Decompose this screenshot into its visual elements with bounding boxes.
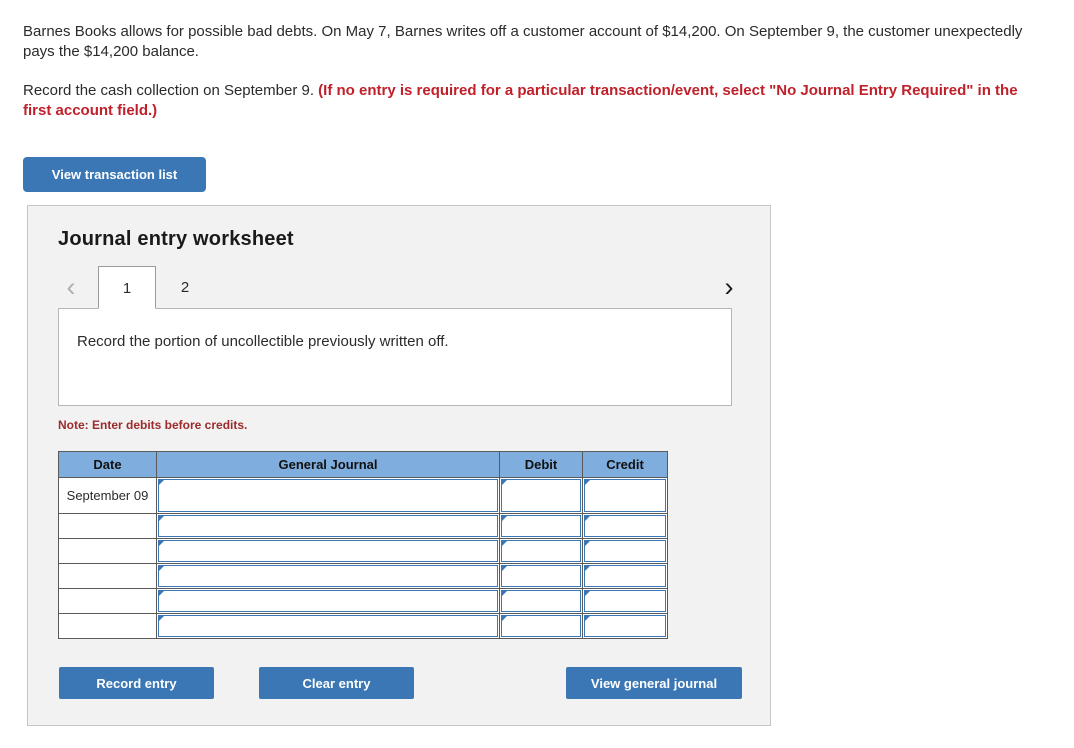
cell-credit[interactable] (582, 538, 668, 564)
debit-input[interactable] (501, 515, 581, 537)
credit-input[interactable] (584, 615, 666, 637)
column-header-credit: Credit (582, 451, 668, 478)
problem-requirement-text: Record the cash collection on September … (23, 82, 319, 99)
cell-debit[interactable] (499, 477, 583, 514)
cell-general-journal[interactable] (156, 538, 500, 564)
general-journal-input[interactable] (158, 540, 498, 562)
cell-general-journal[interactable] (156, 613, 500, 639)
general-journal-input[interactable] (158, 479, 498, 512)
worksheet-title: Journal entry worksheet (58, 228, 294, 250)
debits-before-credits-note: Note: Enter debits before credits. (58, 418, 248, 432)
cell-date (58, 588, 157, 614)
clear-entry-button[interactable]: Clear entry (259, 667, 414, 699)
debit-input[interactable] (501, 565, 581, 587)
general-journal-input[interactable] (158, 565, 498, 587)
cell-general-journal[interactable] (156, 588, 500, 614)
cell-date (58, 563, 157, 589)
table-header-row: Date General Journal Debit Credit (58, 451, 668, 478)
column-header-debit: Debit (499, 451, 583, 478)
table-row (58, 563, 668, 589)
debit-input[interactable] (501, 590, 581, 612)
cell-debit[interactable] (499, 513, 583, 539)
credit-input[interactable] (584, 540, 666, 562)
problem-paragraph-1: Barnes Books allows for possible bad deb… (23, 23, 1023, 60)
view-general-journal-button[interactable]: View general journal (566, 667, 742, 699)
journal-entry-worksheet-panel: Journal entry worksheet ‹ 1 2 › Record t… (27, 205, 771, 726)
cell-debit[interactable] (499, 588, 583, 614)
cell-date: September 09 (58, 477, 157, 514)
cell-credit[interactable] (582, 613, 668, 639)
journal-entry-table: Date General Journal Debit Credit Septem… (58, 451, 668, 639)
general-journal-input[interactable] (158, 515, 498, 537)
cell-credit[interactable] (582, 513, 668, 539)
debit-input[interactable] (501, 615, 581, 637)
worksheet-tab-2[interactable]: 2 (156, 266, 214, 309)
credit-input[interactable] (584, 515, 666, 537)
table-row (58, 513, 668, 539)
cell-general-journal[interactable] (156, 513, 500, 539)
table-row: September 09 (58, 477, 668, 514)
table-row (58, 588, 668, 614)
chevron-left-icon[interactable]: ‹ (58, 272, 84, 302)
credit-input[interactable] (584, 479, 666, 512)
record-entry-button[interactable]: Record entry (59, 667, 214, 699)
cell-general-journal[interactable] (156, 477, 500, 514)
cell-credit[interactable] (582, 477, 668, 514)
cell-date (58, 538, 157, 564)
worksheet-instruction-text: Record the portion of uncollectible prev… (77, 333, 449, 350)
cell-debit[interactable] (499, 563, 583, 589)
cell-date (58, 513, 157, 539)
problem-paragraph-2: Record the cash collection on September … (23, 81, 1033, 121)
chevron-right-icon[interactable]: › (716, 272, 742, 302)
table-row (58, 538, 668, 564)
view-transaction-list-button[interactable]: View transaction list (23, 157, 206, 192)
worksheet-instruction-box: Record the portion of uncollectible prev… (58, 308, 732, 406)
cell-debit[interactable] (499, 613, 583, 639)
column-header-general-journal: General Journal (156, 451, 500, 478)
problem-statement: Barnes Books allows for possible bad deb… (23, 22, 1033, 121)
column-header-date: Date (58, 451, 157, 478)
credit-input[interactable] (584, 565, 666, 587)
cell-credit[interactable] (582, 563, 668, 589)
cell-credit[interactable] (582, 588, 668, 614)
cell-general-journal[interactable] (156, 563, 500, 589)
general-journal-input[interactable] (158, 590, 498, 612)
worksheet-tab-1[interactable]: 1 (98, 266, 156, 309)
cell-debit[interactable] (499, 538, 583, 564)
worksheet-tab-bar: ‹ 1 2 › (58, 266, 742, 310)
debit-input[interactable] (501, 479, 581, 512)
debit-input[interactable] (501, 540, 581, 562)
cell-date (58, 613, 157, 639)
table-row (58, 613, 668, 639)
general-journal-input[interactable] (158, 615, 498, 637)
credit-input[interactable] (584, 590, 666, 612)
